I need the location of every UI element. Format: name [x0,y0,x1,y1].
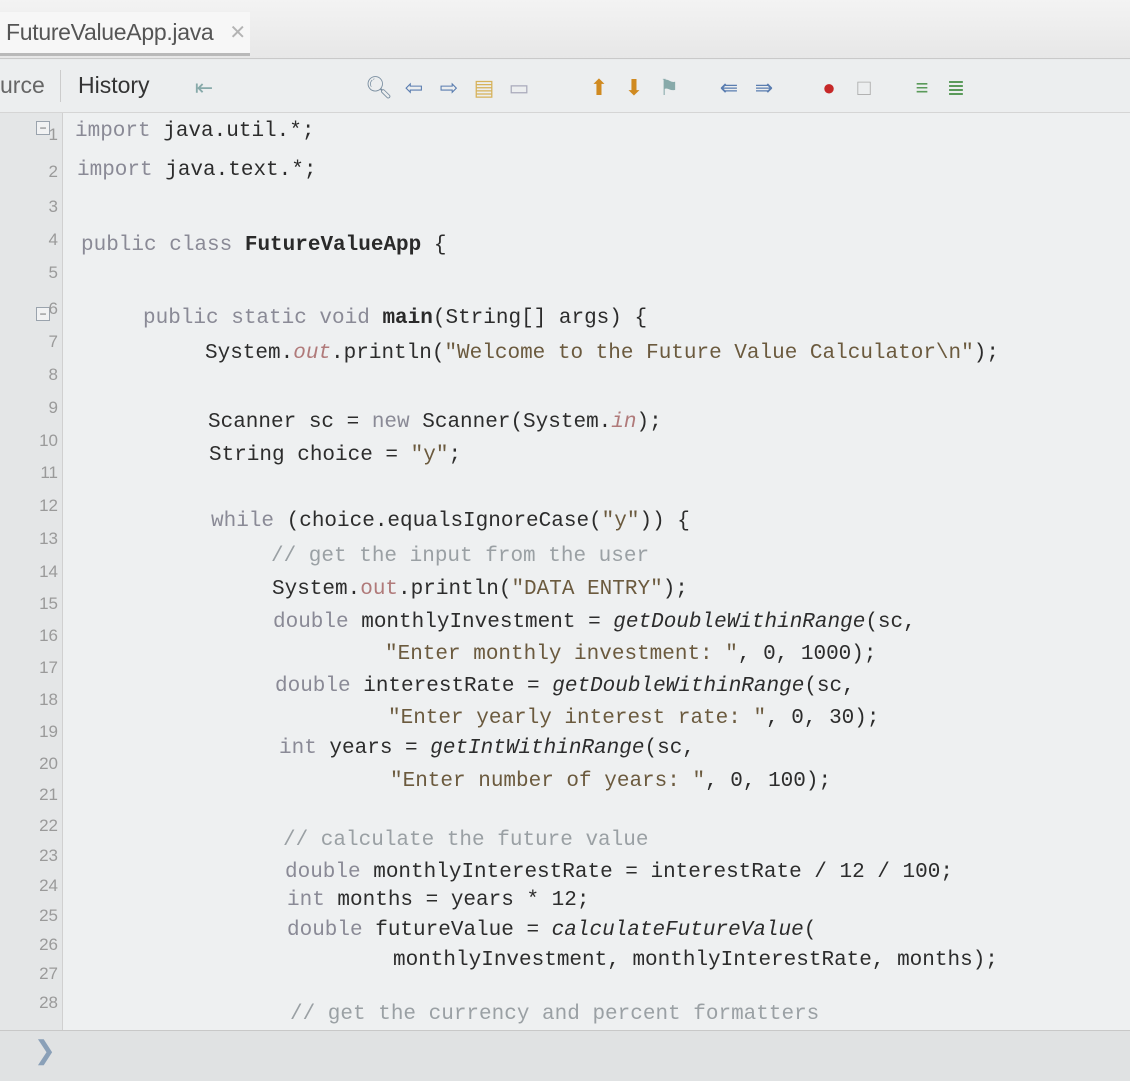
status-bar: ❯ [0,1030,1130,1081]
code-line-26: monthlyInvestment, monthlyInterestRate, … [393,949,998,972]
code-line-1: import java.util.*; [75,120,315,143]
file-tab-title: FutureValueApp.java [6,19,214,45]
line-number[interactable]: 6 [0,299,62,319]
line-number[interactable]: 1 [0,125,62,145]
line-number[interactable]: 12 [0,496,62,516]
uncomment-icon[interactable]: ≣ [942,74,970,102]
code-line-9: Scanner sc = new Scanner(System.in); [208,411,662,434]
line-number[interactable]: 26 [0,935,62,955]
line-number[interactable]: 24 [0,876,62,896]
code-line-28: // get the currency and percent formatte… [290,1003,820,1026]
line-number[interactable]: 7 [0,332,62,352]
source-tab[interactable]: urce [0,72,45,99]
line-number[interactable]: 22 [0,816,62,836]
code-line-18: "Enter yearly interest rate: ", 0, 30); [388,707,880,730]
code-editor[interactable]: import java.util.*; import java.text.*; … [63,113,1130,1030]
editor-toolbar: urce History ⇤ 🔍︎ ⇦ ⇨ ▤ ▭ ⬆ ⬇ ⚑ ⇚ ⇛ ● □ … [0,60,1130,113]
line-number[interactable]: 14 [0,562,62,582]
toggle-bookmark-icon[interactable]: ⚑ [655,74,683,102]
line-number[interactable]: 3 [0,197,62,217]
line-number[interactable]: 10 [0,431,62,451]
code-line-14: System.out.println("DATA ENTRY"); [272,578,688,601]
line-number[interactable]: 2 [0,162,62,182]
code-line-7: System.out.println("Welcome to the Futur… [205,342,999,365]
next-bookmark-icon[interactable]: ⬇ [620,74,648,102]
shift-left-icon[interactable]: ⇚ [715,74,743,102]
stop-macro-icon[interactable]: □ [850,74,878,102]
line-number[interactable]: 4 [0,230,62,250]
close-tab-icon[interactable]: ✕ [229,20,246,45]
line-number[interactable]: 16 [0,626,62,646]
line-number[interactable]: 18 [0,690,62,710]
code-line-22: // calculate the future value [283,829,649,852]
history-tab[interactable]: History [78,72,150,99]
line-number-gutter: − − 1 2 3 4 5 6 7 8 9 10 11 12 13 14 15 16 17 18 19 20 21 22 2… [0,113,63,1030]
editor-tab-bar: FutureValueApp.java ✕ [0,0,1130,59]
start-macro-icon[interactable]: ● [815,74,843,102]
line-number[interactable]: 28 [0,993,62,1013]
line-number[interactable]: 27 [0,964,62,984]
code-line-24: int months = years * 12; [287,889,590,912]
code-line-2: import java.text.*; [77,159,317,182]
toggle-rect-select-icon[interactable]: ▭ [505,74,533,102]
line-number[interactable]: 21 [0,785,62,805]
code-line-20: "Enter number of years: ", 0, 100); [390,770,832,793]
line-number[interactable]: 5 [0,263,62,283]
line-number[interactable]: 19 [0,722,62,742]
line-number[interactable]: 23 [0,846,62,866]
line-number[interactable]: 20 [0,754,62,774]
toggle-highlight-icon[interactable]: ▤ [470,74,498,102]
code-line-23: double monthlyInterestRate = interestRat… [285,861,953,884]
line-number[interactable]: 11 [0,463,62,483]
code-line-10: String choice = "y"; [209,444,462,467]
code-line-12: while (choice.equalsIgnoreCase("y")) { [211,510,690,533]
code-line-19: int years = getIntWithinRange(sc, [279,737,695,760]
find-icon[interactable]: 🔍︎ [365,74,393,102]
comment-icon[interactable]: ≡ [908,74,936,102]
line-number[interactable]: 15 [0,594,62,614]
code-line-25: double futureValue = calculateFutureValu… [287,919,817,942]
find-next-icon[interactable]: ⇨ [435,74,463,102]
chevron-right-icon[interactable]: ❯ [34,1035,56,1066]
toolbar-divider [60,70,61,102]
code-line-16: "Enter monthly investment: ", 0, 1000); [385,643,877,666]
line-number[interactable]: 13 [0,529,62,549]
file-tab[interactable]: FutureValueApp.java ✕ [0,12,250,56]
code-line-6: public static void main(String[] args) { [143,307,648,330]
line-number[interactable]: 17 [0,658,62,678]
code-line-17: double interestRate = getDoubleWithinRan… [275,675,855,698]
line-number[interactable]: 8 [0,365,62,385]
line-number[interactable]: 25 [0,906,62,926]
code-line-15: double monthlyInvestment = getDoubleWith… [273,611,916,634]
find-previous-icon[interactable]: ⇦ [400,74,428,102]
previous-bookmark-icon[interactable]: ⬆ [585,74,613,102]
line-number[interactable]: 9 [0,398,62,418]
last-edit-icon[interactable]: ⇤ [190,74,218,102]
code-line-13: // get the input from the user [271,545,650,568]
code-line-4: public class FutureValueApp { [81,234,447,257]
shift-right-icon[interactable]: ⇛ [750,74,778,102]
